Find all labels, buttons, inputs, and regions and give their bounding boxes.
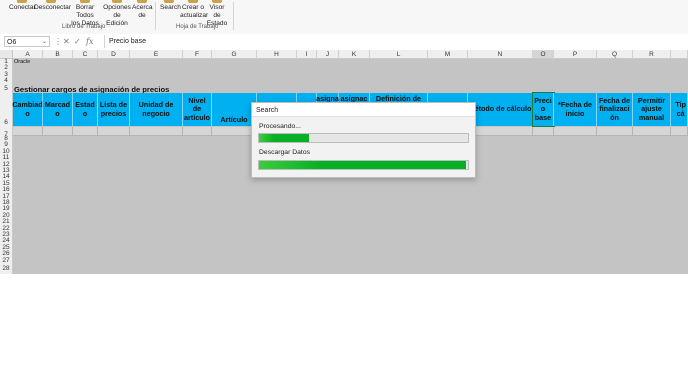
data-cell[interactable] — [671, 127, 688, 136]
header-cell[interactable]: Marcad o — [43, 93, 73, 126]
column-header[interactable]: F — [183, 50, 212, 59]
header-cell[interactable]: Lista de precios — [98, 93, 130, 126]
workbook-group-label: Libro de Trabajo — [62, 24, 106, 30]
column-header[interactable]: R — [633, 50, 671, 59]
fx-icon[interactable]: fx — [86, 37, 93, 46]
group-divider — [233, 2, 234, 30]
data-cell[interactable] — [98, 127, 130, 136]
header-cell[interactable]: Permitir ajuste manual — [633, 93, 671, 126]
column-header[interactable]: H — [257, 50, 297, 59]
column-header[interactable]: K — [339, 50, 370, 59]
sheet-group-label: Hoja de Trabajo — [176, 24, 219, 30]
about-button[interactable]: Acerca de — [132, 0, 153, 20]
clear-data-icon — [80, 0, 90, 3]
data-cell[interactable] — [554, 127, 597, 136]
disconnect-icon — [46, 0, 56, 3]
column-header[interactable]: Q — [597, 50, 633, 59]
header-cell[interactable]: Unidad de negocio — [130, 93, 183, 126]
connect-icon — [17, 0, 27, 3]
column-header[interactable]: L — [370, 50, 428, 59]
data-cell[interactable] — [633, 127, 671, 136]
column-header[interactable]: M — [428, 50, 468, 59]
data-cell[interactable] — [533, 127, 554, 136]
data-cell[interactable] — [183, 127, 212, 136]
header-cell[interactable]: Fecha de finalizaci ón — [597, 93, 633, 126]
data-cell[interactable] — [597, 127, 633, 136]
header-cell[interactable]: Tip cá — [671, 93, 688, 126]
column-header[interactable]: J — [317, 50, 339, 59]
header-cell[interactable]: Nivel de artículo — [183, 93, 212, 126]
formula-input[interactable]: Precio base — [104, 35, 688, 48]
dialog-titlebar[interactable] — [252, 103, 475, 117]
column-header[interactable]: G — [212, 50, 257, 59]
header-cell[interactable]: Estad o — [73, 93, 98, 126]
data-cell[interactable] — [73, 127, 98, 136]
processing-progress-bar — [258, 133, 469, 143]
download-progress-fill — [259, 161, 466, 169]
row-header[interactable]: 28 — [0, 264, 13, 274]
formula-bar: O6 ⌄ ⋮ ✕ ✓ fx Precio base — [0, 34, 688, 51]
column-header-selected[interactable]: O — [533, 50, 554, 59]
data-cell[interactable] — [13, 127, 43, 136]
column-header[interactable]: N — [468, 50, 533, 59]
ribbon: Conectar Desconectar Borrar Todos los Da… — [0, 0, 688, 35]
row-header[interactable]: 6 — [0, 93, 13, 127]
header-cell[interactable]: Método de cálculo — [468, 93, 533, 126]
oracle-brand: Oracle — [14, 59, 31, 65]
download-label: Descargar Datos — [259, 149, 310, 156]
enter-icon[interactable]: ✓ — [74, 37, 81, 46]
column-header[interactable]: A — [13, 50, 43, 59]
about-icon — [137, 0, 147, 3]
status-viewer-icon — [212, 0, 222, 3]
header-cell[interactable]: Cambiad o — [12, 93, 43, 126]
dialog-title: Search — [256, 107, 279, 114]
options-icon — [112, 0, 122, 3]
column-header[interactable]: I — [297, 50, 317, 59]
data-cell[interactable] — [130, 127, 183, 136]
download-progress-bar — [258, 160, 469, 170]
data-cell[interactable] — [468, 127, 533, 136]
header-cell[interactable]: *Fecha de inicio — [554, 93, 597, 126]
search-icon — [164, 0, 174, 3]
column-header[interactable]: B — [43, 50, 73, 59]
create-update-icon — [188, 0, 198, 3]
column-header[interactable]: E — [130, 50, 183, 59]
column-header[interactable] — [671, 50, 688, 59]
row-header[interactable]: 5 — [0, 84, 13, 93]
name-box[interactable]: O6 ⌄ — [4, 36, 50, 47]
chevron-down-icon[interactable]: ⌄ — [42, 37, 47, 48]
cancel-icon[interactable]: ✕ — [63, 37, 70, 46]
column-header[interactable]: P — [554, 50, 597, 59]
disconnect-button[interactable]: Desconectar — [34, 0, 71, 12]
processing-progress-fill — [259, 134, 310, 142]
data-cell[interactable] — [43, 127, 73, 136]
search-button[interactable]: Search — [160, 0, 181, 12]
group-divider — [155, 2, 156, 30]
empty-area — [0, 274, 688, 381]
column-header[interactable]: D — [98, 50, 130, 59]
processing-label: Procesando... — [259, 123, 301, 130]
column-header[interactable]: C — [73, 50, 98, 59]
search-progress-dialog: Search Procesando... Descargar Datos — [251, 102, 476, 178]
connect-button[interactable]: Conectar — [9, 0, 36, 12]
edit-options-button[interactable]: Opciones de Edición — [103, 0, 131, 28]
more-icon[interactable]: ⋮ — [54, 37, 62, 46]
create-update-button[interactable]: Crear o actualizar — [180, 0, 208, 20]
header-cell-selected[interactable]: Preci o base — [532, 92, 555, 127]
